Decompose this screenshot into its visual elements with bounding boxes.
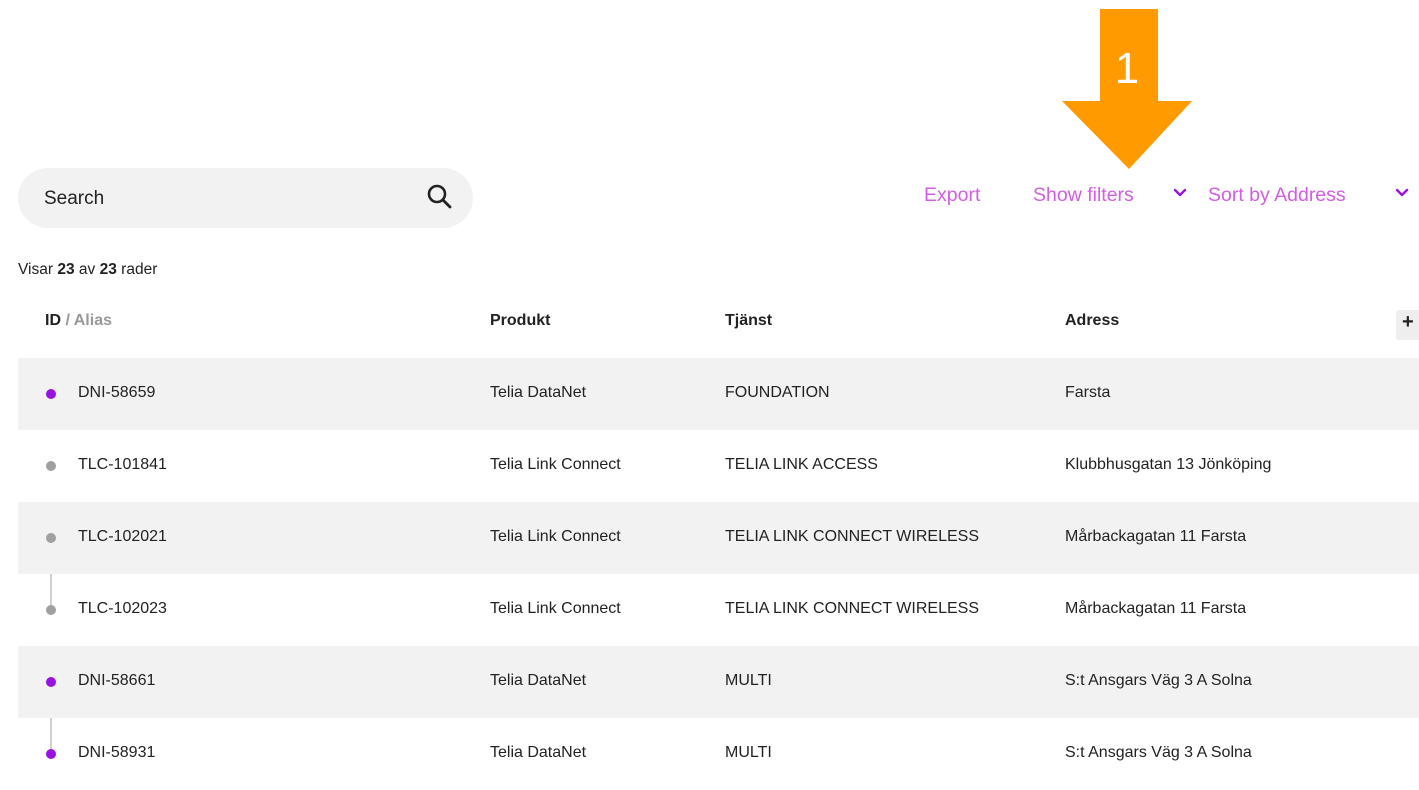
cell-id[interactable]: TLC-102023 (78, 600, 167, 618)
table-row[interactable]: DNI-58661 Telia DataNet MULTI S:t Ansgars V… (18, 646, 1419, 718)
plus-icon: + (1402, 311, 1414, 333)
cell-produkt: Telia Link Connect (490, 456, 621, 473)
cell-adress: S:t Ansgars Väg 3 A Solna (1065, 672, 1252, 689)
cell-id[interactable]: TLC-101841 (78, 456, 167, 474)
add-column-button[interactable]: + (1396, 310, 1419, 340)
annotation-arrow: 1 (1062, 9, 1192, 169)
column-header-id[interactable]: ID / Alias (45, 312, 112, 330)
cell-id[interactable]: DNI-58931 (78, 744, 155, 762)
chevron-down-icon[interactable] (1173, 188, 1187, 198)
cell-adress: S:t Ansgars Väg 3 A Solna (1065, 744, 1252, 761)
table-row[interactable]: TLC-101841 Telia Link Connect TELIA LINK A… (18, 430, 1419, 502)
cell-produkt: Telia DataNet (490, 744, 587, 761)
column-header-adress[interactable]: Adress (1065, 312, 1119, 330)
cell-tjanst: TELIA LINK CONNECT WIRELESS (725, 600, 979, 617)
table-row[interactable]: TLC-102021 Telia Link Connect TELIA LINK C… (18, 502, 1419, 574)
show-filters-button[interactable]: Show filters (1033, 184, 1134, 207)
row-count-summary: Visar 23 av 23 rader (18, 261, 158, 278)
cell-produkt: Telia DataNet (490, 672, 587, 689)
status-dot-icon (46, 749, 56, 759)
cell-tjanst: TELIA LINK CONNECT WIRELESS (725, 528, 979, 545)
status-dot-icon (46, 389, 56, 399)
cell-produkt: Telia Link Connect (490, 528, 621, 545)
table-row[interactable]: TLC-102023 Telia Link Connect TELIA LINK C… (18, 574, 1419, 646)
status-dot-icon (46, 677, 56, 687)
cell-id[interactable]: TLC-102021 (78, 528, 167, 546)
search-input[interactable] (42, 168, 426, 230)
cell-produkt: Telia DataNet (490, 384, 587, 401)
annotation-number: 1 (1114, 44, 1140, 93)
chevron-down-icon[interactable] (1395, 188, 1409, 198)
search-icon[interactable] (426, 183, 452, 209)
status-dot-icon (46, 461, 56, 471)
search-box[interactable] (18, 168, 473, 230)
status-dot-icon (46, 533, 56, 543)
cell-tjanst: TELIA LINK ACCESS (725, 456, 878, 473)
export-button[interactable]: Export (924, 184, 980, 207)
column-header-tjanst[interactable]: Tjänst (725, 312, 772, 330)
cell-id[interactable]: DNI-58659 (78, 384, 155, 402)
cell-adress: Farsta (1065, 384, 1111, 401)
cell-adress: Mårbackagatan 11 Farsta (1065, 528, 1247, 545)
cell-tjanst: MULTI (725, 744, 772, 761)
cell-adress: Klubbhusgatan 13 Jönköping (1065, 456, 1272, 473)
table-row[interactable]: DNI-58659 Telia DataNet FOUNDATION Farsta (18, 358, 1419, 430)
cell-id[interactable]: DNI-58661 (78, 672, 155, 690)
column-header-produkt[interactable]: Produkt (490, 312, 550, 330)
cell-produkt: Telia Link Connect (490, 600, 621, 617)
sort-dropdown[interactable]: Sort by Address (1208, 184, 1346, 207)
cell-tjanst: FOUNDATION (725, 384, 830, 401)
table-row[interactable]: DNI-58931 Telia DataNet MULTI S:t Ansgars V… (18, 718, 1419, 790)
cell-adress: Mårbackagatan 11 Farsta (1065, 600, 1247, 617)
cell-tjanst: MULTI (725, 672, 772, 689)
status-dot-icon (46, 605, 56, 615)
